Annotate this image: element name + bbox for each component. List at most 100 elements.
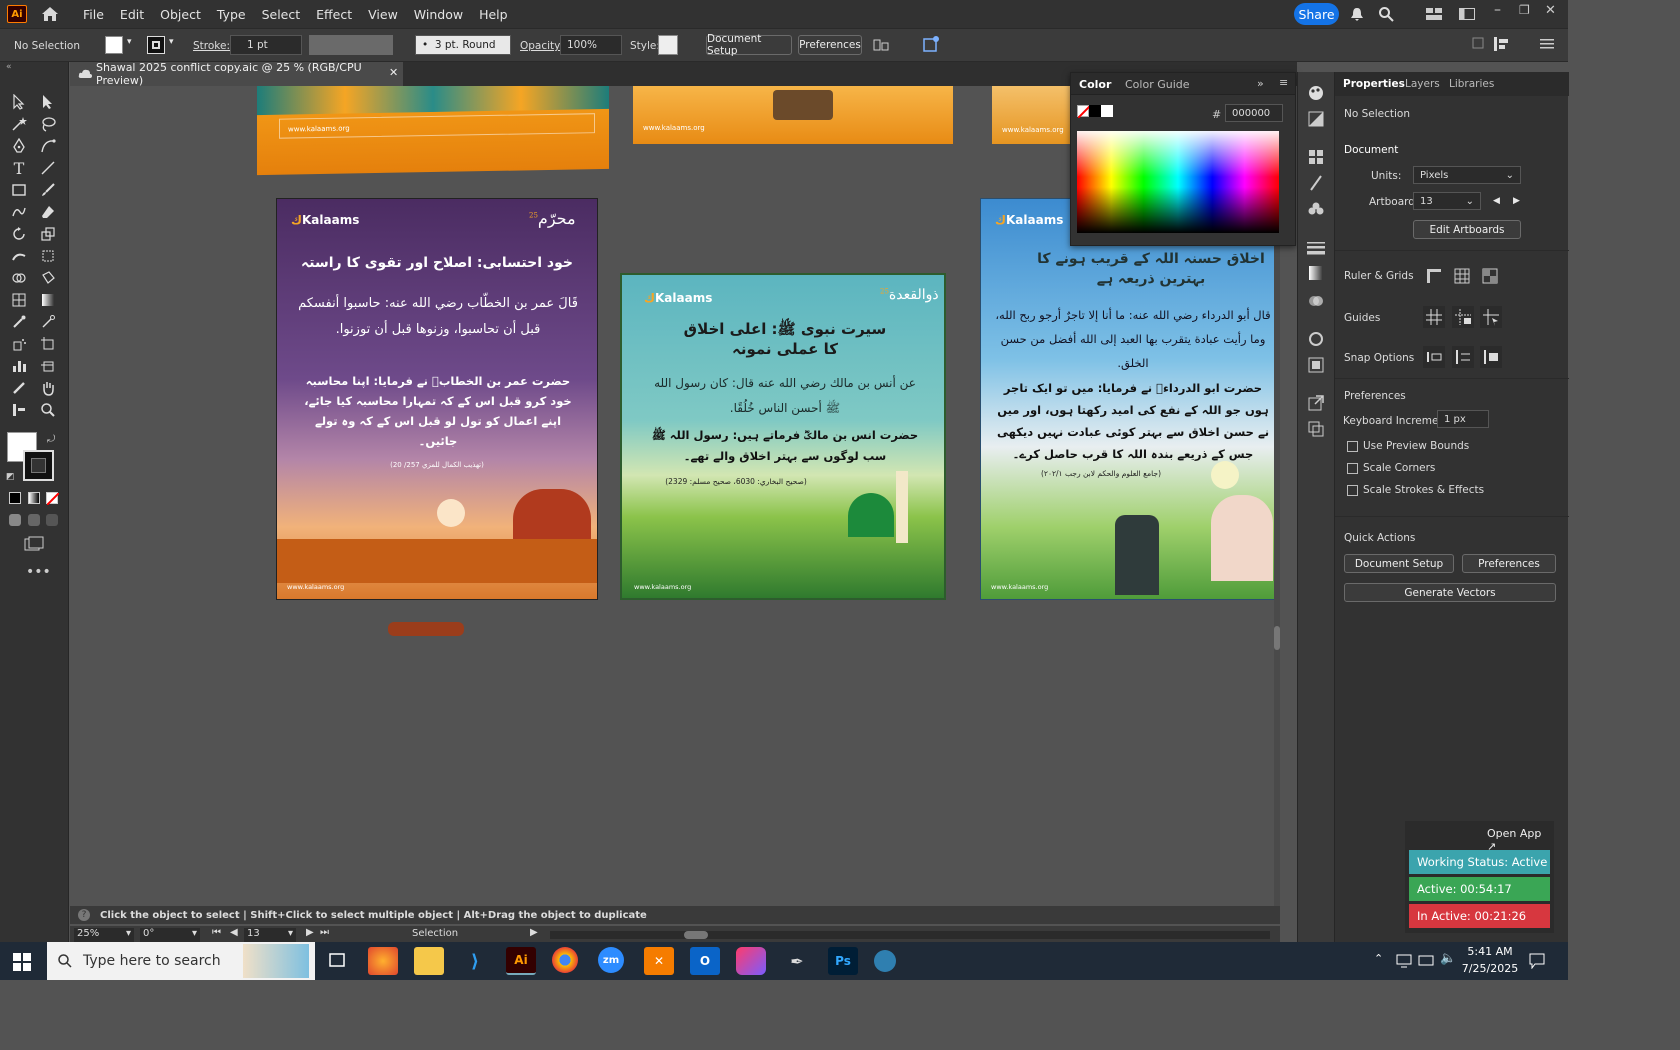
symbols-icon[interactable] bbox=[1307, 200, 1325, 218]
prev-artboard-icon[interactable]: ◀ bbox=[1493, 196, 1500, 206]
stroke-panel-icon[interactable] bbox=[1307, 238, 1325, 256]
screen-mode-icon[interactable] bbox=[24, 536, 44, 552]
artboard-select[interactable]: 13 ⌄ bbox=[1413, 192, 1481, 210]
stroke-weight-field[interactable]: 1 pt bbox=[230, 35, 302, 55]
first-artboard-icon[interactable]: ⏮ bbox=[212, 927, 221, 938]
tab-libraries[interactable]: Libraries bbox=[1449, 78, 1494, 90]
expand-icon[interactable]: » bbox=[1257, 77, 1264, 90]
clock-time[interactable]: 5:41 AM bbox=[1462, 945, 1518, 958]
color-panel-icon[interactable] bbox=[1307, 84, 1325, 102]
swatches-icon[interactable] bbox=[1307, 148, 1325, 166]
opacity-label[interactable]: Opacity: bbox=[520, 36, 563, 56]
snap-to-pixel-icon[interactable] bbox=[1480, 346, 1502, 368]
graphic-styles-icon[interactable] bbox=[1307, 356, 1325, 374]
menu-file[interactable]: File bbox=[75, 7, 112, 22]
menu-window[interactable]: Window bbox=[406, 7, 471, 22]
xampp-icon[interactable]: ✕ bbox=[644, 947, 674, 975]
curvature-tool-icon[interactable] bbox=[38, 136, 58, 156]
generate-vectors-button[interactable]: Generate Vectors bbox=[1344, 583, 1556, 602]
stroke-label[interactable]: Stroke: bbox=[193, 36, 230, 56]
slice-tool-icon[interactable] bbox=[38, 356, 58, 376]
file-explorer-icon[interactable] bbox=[414, 947, 444, 975]
magic-wand-icon[interactable] bbox=[9, 114, 29, 134]
chevron-down-icon[interactable]: ▾ bbox=[127, 37, 132, 47]
artboard-dhulqadah[interactable]: ﻙKalaams ذوالقعدة25 سیرت نبوی ﷺ: اعلی اخ… bbox=[620, 273, 946, 600]
rotation-select[interactable]: 0° ▾ bbox=[140, 928, 200, 942]
brushes-icon[interactable] bbox=[1307, 174, 1325, 192]
ruler-icon[interactable] bbox=[1426, 268, 1442, 284]
gradient-panel-icon[interactable] bbox=[1307, 264, 1325, 282]
grid-icon[interactable] bbox=[1454, 268, 1470, 284]
column-graph-icon[interactable] bbox=[9, 356, 29, 376]
perspective-grid-icon[interactable] bbox=[9, 290, 29, 310]
eyedropper-icon[interactable] bbox=[9, 312, 29, 332]
paintbrush-icon[interactable] bbox=[38, 180, 58, 200]
artboard-akhlaq[interactable]: ﻙKalaams اخلاق حسنہ اللہ کے قریب ہونے کا… bbox=[980, 198, 1280, 600]
home-icon[interactable] bbox=[39, 4, 61, 24]
edit-artboards-button[interactable]: Edit Artboards bbox=[1413, 220, 1521, 239]
none-swatch[interactable] bbox=[1077, 105, 1091, 119]
tool-menu-icon[interactable]: ▶ bbox=[530, 927, 538, 938]
shaper-tool-icon[interactable] bbox=[9, 202, 29, 222]
shape-builder-icon[interactable] bbox=[9, 268, 29, 288]
eraser-icon[interactable] bbox=[38, 202, 58, 222]
black-swatch[interactable] bbox=[1089, 105, 1101, 117]
tab-color-guide[interactable]: Color Guide bbox=[1125, 78, 1190, 91]
transparency-grid-icon[interactable] bbox=[1482, 268, 1498, 284]
scale-corners-checkbox[interactable]: Scale Corners bbox=[1347, 462, 1435, 474]
menu-object[interactable]: Object bbox=[152, 7, 209, 22]
swap-colors-icon[interactable]: ⤾ bbox=[47, 434, 55, 445]
artboard-navigator[interactable]: 13 ▾ bbox=[244, 928, 296, 942]
notification-icon[interactable] bbox=[1529, 953, 1545, 969]
lock-guides-icon[interactable] bbox=[1452, 306, 1474, 328]
keyboard-increment-input[interactable]: 1 px bbox=[1437, 410, 1489, 428]
color-mode-icon[interactable] bbox=[9, 492, 21, 504]
align-icon[interactable] bbox=[872, 37, 890, 53]
document-setup-button[interactable]: Document Setup bbox=[706, 33, 792, 57]
gradient-tool-icon[interactable] bbox=[38, 290, 58, 310]
free-transform-icon[interactable] bbox=[38, 246, 58, 266]
arrange-documents-icon[interactable] bbox=[1426, 8, 1442, 20]
snap-to-grid-icon[interactable] bbox=[1452, 346, 1474, 368]
rectangle-tool-icon[interactable] bbox=[9, 180, 29, 200]
show-guides-icon[interactable] bbox=[1423, 306, 1445, 328]
type-tool-icon[interactable]: T bbox=[9, 158, 29, 178]
warp-tool-icon[interactable] bbox=[9, 246, 29, 266]
stroke-swatch[interactable] bbox=[147, 36, 165, 54]
close-icon[interactable]: ✕ bbox=[1545, 3, 1556, 18]
task-view-icon[interactable] bbox=[322, 947, 352, 975]
gradient-mode-icon[interactable] bbox=[28, 492, 40, 504]
hex-input[interactable]: 000000 bbox=[1225, 104, 1283, 122]
zoom-icon[interactable]: zm bbox=[598, 947, 624, 973]
more-tools-icon[interactable]: ••• bbox=[26, 564, 51, 580]
restore-icon[interactable]: ❐ bbox=[1519, 3, 1530, 17]
tab-properties[interactable]: Properties bbox=[1343, 78, 1405, 90]
direct-selection-tool-icon[interactable] bbox=[38, 92, 58, 112]
panel-menu-icon[interactable]: ≡ bbox=[1279, 76, 1288, 89]
menu-effect[interactable]: Effect bbox=[308, 7, 360, 22]
next-artboard-icon[interactable]: ▶ bbox=[1513, 196, 1520, 206]
illustrator-taskbar-icon[interactable]: Ai bbox=[506, 947, 536, 975]
prev-artboard-icon[interactable]: ◀ bbox=[230, 927, 238, 938]
color-spectrum[interactable] bbox=[1077, 131, 1279, 233]
taskbar-search-box[interactable]: Type here to search bbox=[47, 942, 315, 980]
bell-icon[interactable] bbox=[1349, 6, 1365, 22]
graph-data-icon[interactable] bbox=[9, 400, 29, 420]
snap-to-point-icon[interactable] bbox=[1423, 346, 1445, 368]
firefox-icon[interactable] bbox=[368, 947, 398, 975]
last-artboard-icon[interactable]: ⏭ bbox=[320, 927, 329, 938]
stroke-color-swatch[interactable] bbox=[23, 450, 54, 481]
chevron-down-icon[interactable]: ▾ bbox=[169, 37, 174, 47]
lasso-icon[interactable] bbox=[38, 114, 58, 134]
draw-normal-icon[interactable] bbox=[9, 514, 21, 526]
close-tab-icon[interactable]: ✕ bbox=[389, 66, 398, 79]
minimize-icon[interactable]: – bbox=[1494, 2, 1501, 18]
pen-app-icon[interactable]: ✒ bbox=[782, 947, 812, 975]
artboard-muharram[interactable]: ﻙKalaams محرّم25 خود احتسابی: اصلاح اور … bbox=[276, 198, 598, 600]
clock-date[interactable]: 7/25/2025 bbox=[1458, 962, 1522, 975]
smart-guides-icon[interactable] bbox=[1480, 306, 1502, 328]
variable-width-profile[interactable] bbox=[309, 35, 393, 55]
artboards-panel-icon[interactable] bbox=[1307, 420, 1325, 438]
artboard-top-right[interactable]: www.kalaams.org bbox=[992, 86, 1072, 144]
chrome-icon[interactable] bbox=[552, 947, 578, 973]
